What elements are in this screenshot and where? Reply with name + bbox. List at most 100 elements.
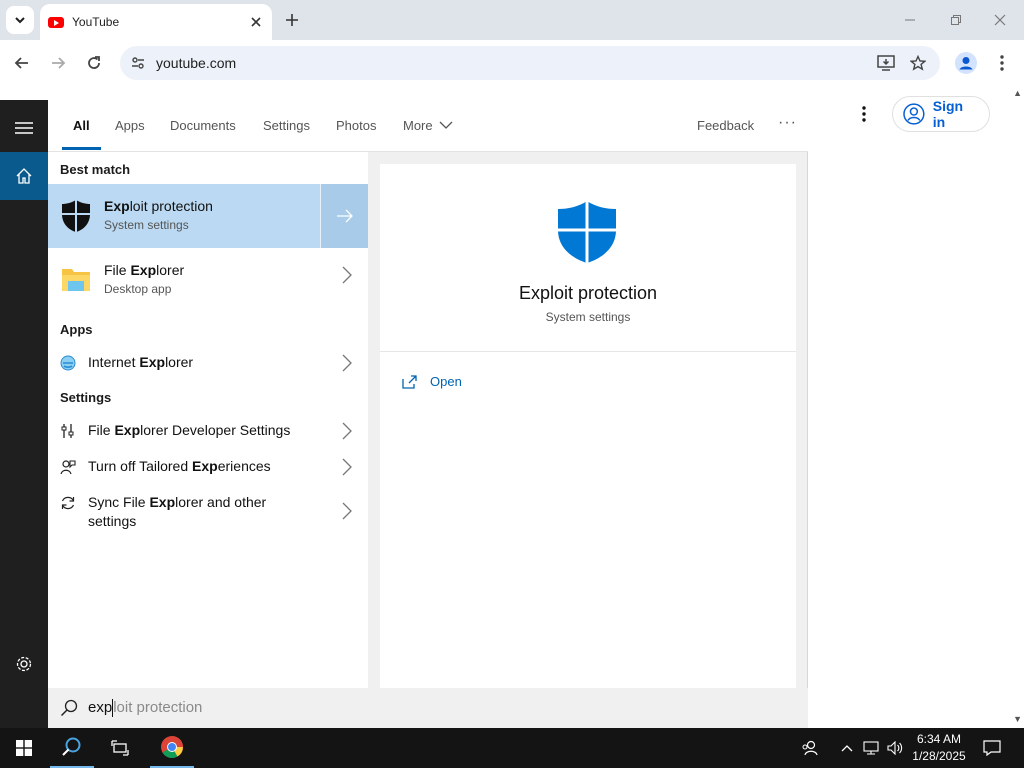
dev-settings-text: File Explorer Developer Settings [88, 422, 290, 438]
settings-header: Settings [60, 390, 112, 405]
result-file-explorer-dev-settings[interactable]: File Explorer Developer Settings [48, 414, 368, 448]
chevron-right-icon[interactable] [342, 266, 352, 289]
sync-text: Sync File Explorer and other settings [88, 494, 266, 529]
windows-search-panel: All Apps Documents Settings Photos More … [48, 100, 808, 728]
close-window-button[interactable] [986, 8, 1014, 32]
ie-text: Internet Explorer [88, 354, 193, 370]
result-preview-pane: Exploit protection System settings Open [380, 164, 796, 688]
active-filter-indicator [62, 147, 101, 150]
clock-date: 1/28/2025 [912, 749, 966, 763]
fe-pre: File [104, 262, 131, 278]
speaker-icon [887, 741, 903, 755]
chevron-right-icon[interactable] [342, 502, 352, 525]
result-sync-file-explorer[interactable]: Sync File Explorer and other settings [48, 486, 368, 536]
minimize-button[interactable] [896, 8, 924, 32]
sign-in-button[interactable]: Sign in [892, 96, 990, 132]
reload-icon [88, 56, 100, 69]
ie-rest: lorer [165, 354, 194, 370]
bookmark-button[interactable] [906, 51, 930, 75]
url-text[interactable]: youtube.com [156, 55, 866, 71]
filter-tab-more[interactable]: More [403, 118, 453, 133]
taskbar-search-button[interactable] [50, 728, 94, 768]
browser-tab-strip: YouTube [0, 0, 1024, 40]
more-options-button[interactable]: ··· [778, 114, 797, 132]
profile-button[interactable] [952, 49, 980, 77]
action-center-button[interactable] [974, 728, 1010, 768]
open-external-icon [402, 374, 417, 389]
chevron-right-icon[interactable] [342, 422, 352, 445]
sign-in-label: Sign in [932, 98, 964, 130]
taskbar-clock[interactable]: 6:34 AM 1/28/2025 [912, 731, 966, 765]
filter-tab-photos[interactable]: Photos [336, 118, 376, 133]
filter-tab-all[interactable]: All [73, 118, 90, 133]
network-button[interactable] [860, 728, 882, 768]
result-file-explorer[interactable]: File Explorer Desktop app [48, 248, 368, 312]
youtube-favicon-icon [48, 16, 64, 28]
arrow-left-icon [14, 57, 28, 69]
address-bar[interactable]: youtube.com [120, 46, 940, 80]
chrome-icon [161, 736, 183, 758]
install-icon [877, 55, 895, 71]
back-button[interactable] [8, 49, 36, 77]
sync-title: Sync File Explorer and other [88, 494, 266, 510]
preview-open-action[interactable]: Open [402, 374, 462, 389]
best-match-title: Exploit protection [104, 198, 213, 214]
scroll-down-arrow-icon[interactable]: ▼ [1013, 714, 1022, 724]
search-query[interactable]: exploit protection [88, 699, 202, 718]
home-button[interactable] [0, 152, 48, 200]
start-button[interactable] [2, 728, 46, 768]
chevron-right-icon[interactable] [342, 354, 352, 377]
best-match-exploit-protection[interactable]: Exploit protection System settings [48, 184, 368, 248]
forward-button[interactable] [44, 49, 72, 77]
best-match-expand-button[interactable] [320, 184, 368, 248]
browser-menu-button[interactable] [988, 49, 1016, 77]
s1-pre: Turn off Tailored [88, 458, 193, 474]
scroll-up-arrow-icon[interactable]: ▲ [1013, 88, 1022, 98]
search-input[interactable]: exploit protection [48, 688, 808, 728]
preview-header: Exploit protection System settings [380, 164, 796, 352]
browser-tab-youtube[interactable]: YouTube [40, 4, 272, 40]
restore-button[interactable] [942, 8, 970, 32]
chevron-right-icon[interactable] [342, 458, 352, 481]
install-app-button[interactable] [874, 51, 898, 75]
feedback-link[interactable]: Feedback [697, 118, 754, 133]
dev-settings-title: File Explorer Developer Settings [88, 422, 290, 438]
show-hidden-icons-button[interactable] [836, 728, 858, 768]
chrome-taskbar-button[interactable] [150, 728, 194, 768]
more-vertical-icon [862, 106, 866, 122]
reload-button[interactable] [80, 49, 108, 77]
volume-button[interactable] [884, 728, 906, 768]
sliders-icon [60, 423, 76, 439]
network-icon [863, 741, 879, 755]
best-match-title-bold: Exp [104, 198, 130, 214]
task-view-icon [111, 740, 129, 756]
tab-search-button[interactable] [6, 6, 34, 34]
expand-menu-button[interactable] [0, 104, 48, 152]
hamburger-icon [15, 122, 33, 134]
filter-tab-documents[interactable]: Documents [170, 118, 236, 133]
result-internet-explorer[interactable]: Internet Explorer [48, 346, 368, 380]
windows-logo-icon [16, 740, 32, 756]
filter-tab-apps[interactable]: Apps [115, 118, 145, 133]
tab-close-button[interactable] [248, 14, 264, 30]
more-horizontal-icon: ··· [778, 114, 797, 131]
people-button[interactable] [790, 728, 830, 768]
tailored-text: Turn off Tailored Experiences [88, 458, 271, 474]
result-tailored-experiences[interactable]: Turn off Tailored Experiences [48, 450, 368, 484]
best-match-title-rest: loit protection [129, 198, 213, 214]
settings-button[interactable] [0, 640, 48, 688]
sync-title-line2: settings [88, 513, 137, 529]
best-match-header: Best match [60, 162, 131, 177]
task-view-button[interactable] [98, 728, 142, 768]
filter-tab-settings[interactable]: Settings [263, 118, 310, 133]
taskbar: 6:34 AM 1/28/2025 [0, 728, 1024, 768]
start-left-rail [0, 100, 48, 728]
file-explorer-title: File Explorer [104, 262, 184, 278]
file-explorer-subtitle: Desktop app [104, 282, 172, 296]
new-tab-button[interactable] [280, 8, 304, 32]
minimize-icon [905, 19, 915, 21]
chevron-down-icon [15, 17, 25, 24]
youtube-settings-menu-button[interactable] [854, 102, 874, 126]
s2-pre: Sync File [88, 494, 150, 510]
site-info-icon[interactable] [130, 55, 146, 71]
